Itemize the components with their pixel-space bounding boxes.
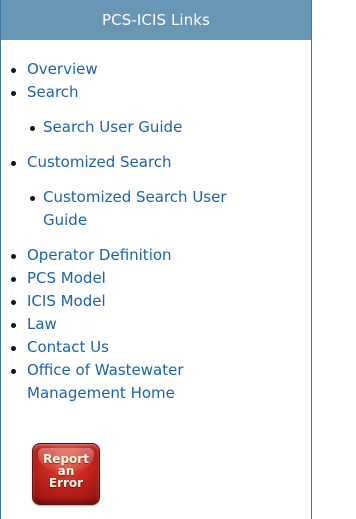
bullet-icon <box>11 68 16 73</box>
list-item: PCS Model <box>1 267 311 290</box>
panel-title: PCS-ICIS Links <box>1 0 311 40</box>
sub-list-search: Search User Guide <box>1 116 311 139</box>
list-item: Law <box>1 313 311 336</box>
bullet-icon <box>11 346 16 351</box>
link-law[interactable]: Law <box>27 315 57 333</box>
list-item: Operator Definition <box>1 244 311 267</box>
list-item: Customized Search <box>1 151 311 174</box>
link-office-of-wastewater-management-home[interactable]: Office of Wastewater Management Home <box>27 361 184 402</box>
list-item: Contact Us <box>1 336 311 359</box>
bullet-icon <box>11 91 16 96</box>
bullet-icon <box>11 369 16 374</box>
report-an-error-button[interactable]: Report an Error <box>32 443 100 505</box>
bullet-icon <box>30 196 35 201</box>
link-operator-definition[interactable]: Operator Definition <box>27 246 172 264</box>
list-item: Search User Guide <box>1 116 291 139</box>
bullet-icon <box>30 126 35 131</box>
links-panel: PCS-ICIS Links Overview Search Search Us… <box>0 0 312 519</box>
link-search[interactable]: Search <box>27 83 79 101</box>
link-overview[interactable]: Overview <box>27 60 98 78</box>
link-search-user-guide[interactable]: Search User Guide <box>43 118 182 136</box>
list-item: Overview <box>1 58 311 81</box>
link-icis-model[interactable]: ICIS Model <box>27 292 106 310</box>
sub-list-customized-search: Customized Search User Guide <box>1 186 311 232</box>
bullet-icon <box>11 254 16 259</box>
links-list: Overview Search Search User Guide Custom… <box>1 40 311 405</box>
list-item: Customized Search User Guide <box>1 186 291 232</box>
list-item: Office of Wastewater Management Home <box>1 359 311 405</box>
link-pcs-model[interactable]: PCS Model <box>27 269 106 287</box>
bullet-icon <box>11 161 16 166</box>
bullet-icon <box>11 277 16 282</box>
list-item: Search <box>1 81 311 104</box>
list-item: ICIS Model <box>1 290 311 313</box>
report-button-label: Report an Error <box>43 452 89 490</box>
link-customized-search-user-guide[interactable]: Customized Search User Guide <box>43 188 227 229</box>
link-customized-search[interactable]: Customized Search <box>27 153 172 171</box>
link-contact-us[interactable]: Contact Us <box>27 338 109 356</box>
bullet-icon <box>11 323 16 328</box>
bullet-icon <box>11 300 16 305</box>
